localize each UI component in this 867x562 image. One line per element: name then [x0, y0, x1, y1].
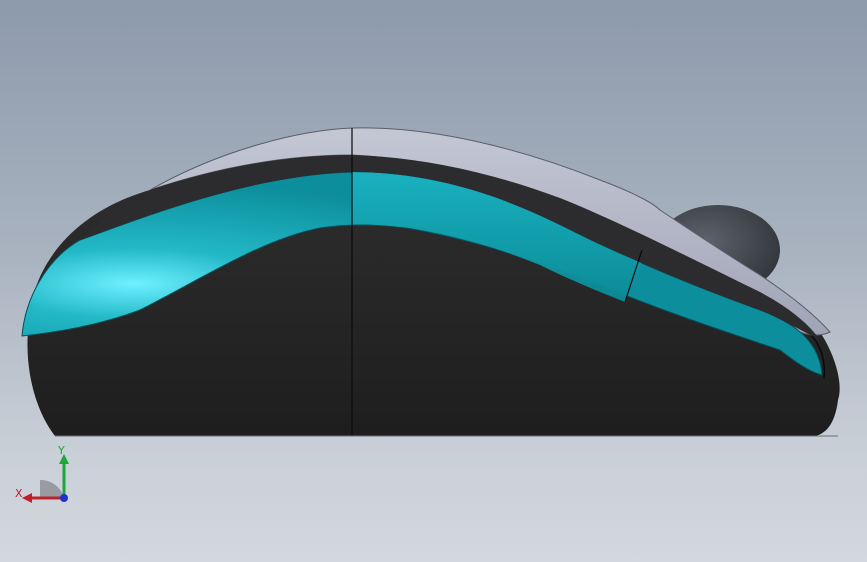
mouse-model[interactable] [0, 0, 867, 562]
graphics-viewport[interactable]: Y X [0, 0, 867, 562]
x-axis-arrow [22, 493, 32, 503]
axis-triad: Y X [15, 444, 69, 503]
triad-quarter-disc [40, 479, 64, 498]
z-axis-dot [60, 494, 68, 502]
y-axis-label: Y [57, 444, 65, 457]
x-axis-label: X [15, 487, 23, 500]
